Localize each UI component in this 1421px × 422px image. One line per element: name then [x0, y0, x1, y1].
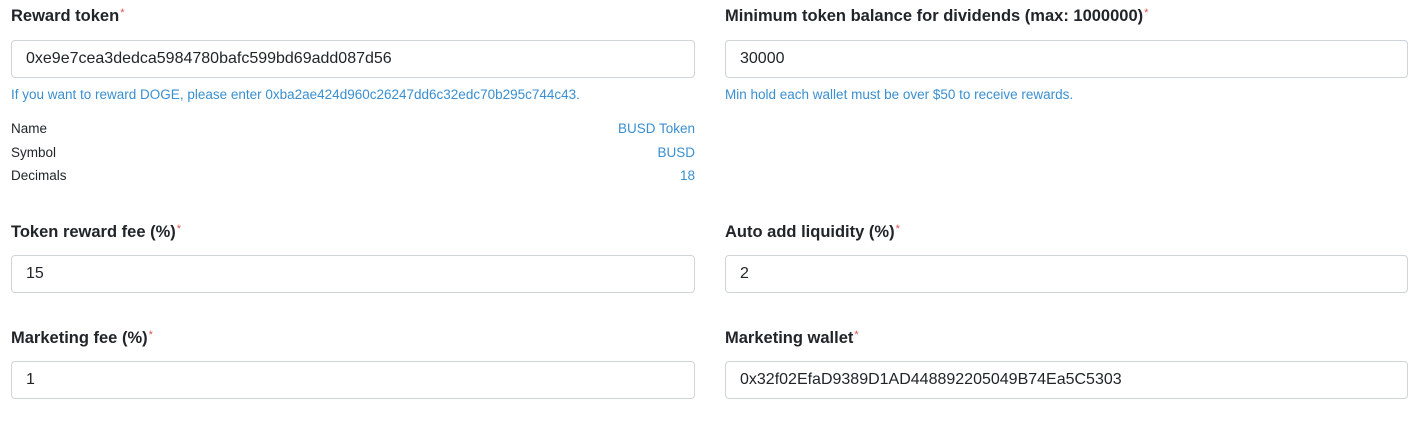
min-balance-input[interactable] — [725, 40, 1408, 78]
required-mark: * — [120, 7, 125, 19]
min-balance-hint: Min hold each wallet must be over $50 to… — [725, 87, 1074, 102]
token-info-key: Name — [11, 121, 48, 136]
required-mark: * — [854, 329, 859, 341]
required-mark: * — [148, 329, 153, 341]
reward-token-label: Reward token* — [11, 6, 124, 26]
reward-token-hint: If you want to reward DOGE, please enter… — [11, 87, 580, 102]
auto-liquidity-label: Auto add liquidity (%)* — [725, 222, 900, 242]
marketing-wallet-label: Marketing wallet* — [725, 328, 859, 348]
required-mark: * — [895, 223, 900, 235]
token-reward-fee-input[interactable] — [11, 255, 695, 293]
marketing-wallet-label-text: Marketing wallet — [725, 329, 854, 347]
marketing-fee-input[interactable] — [11, 361, 695, 399]
required-mark: * — [1144, 7, 1149, 19]
marketing-wallet-input[interactable] — [725, 361, 1408, 399]
token-info-row-name: Name BUSD Token — [11, 119, 695, 139]
token-info-key: Symbol — [11, 145, 57, 160]
auto-liquidity-label-text: Auto add liquidity (%) — [725, 223, 895, 241]
token-info-key: Decimals — [11, 168, 67, 183]
token-info-value: 18 — [679, 168, 695, 183]
min-balance-label: Minimum token balance for dividends (max… — [725, 6, 1148, 26]
token-info-row-decimals: Decimals 18 — [11, 166, 695, 186]
min-balance-label-text: Minimum token balance for dividends (max… — [725, 7, 1144, 25]
token-info-value: BUSD — [657, 145, 695, 160]
marketing-fee-label: Marketing fee (%)* — [11, 328, 153, 348]
reward-token-label-text: Reward token — [11, 7, 120, 25]
token-info-value: BUSD Token — [617, 121, 695, 136]
required-mark: * — [176, 223, 182, 235]
token-reward-fee-label: Token reward fee (%)* — [11, 222, 181, 242]
token-info-row-symbol: Symbol BUSD — [11, 143, 695, 163]
auto-liquidity-input[interactable] — [725, 255, 1408, 293]
marketing-fee-label-text: Marketing fee (%) — [11, 329, 148, 347]
token-reward-fee-label-text: Token reward fee (%) — [11, 223, 176, 241]
reward-token-input[interactable] — [11, 40, 695, 78]
